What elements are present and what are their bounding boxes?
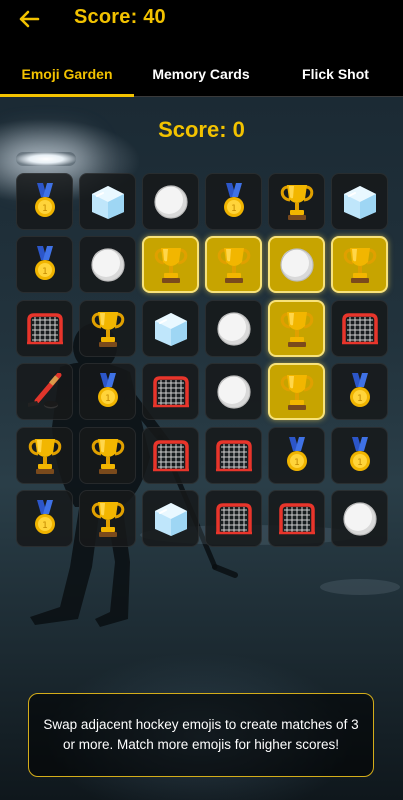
board-tile[interactable]: [79, 173, 136, 230]
puck-icon: [279, 247, 315, 283]
trophy-icon: [216, 246, 252, 284]
tab-memory-cards[interactable]: Memory Cards: [134, 52, 268, 96]
board-tile[interactable]: 1: [16, 236, 73, 293]
ice-icon: [152, 500, 190, 538]
puck-icon: [153, 184, 189, 220]
trophy-icon: [279, 183, 315, 221]
board-tile[interactable]: [79, 490, 136, 547]
medal-icon: 1: [346, 372, 374, 411]
arrow-left-icon: [19, 10, 40, 28]
ice-icon: [152, 310, 190, 348]
board-tile[interactable]: [205, 236, 262, 293]
trophy-icon: [342, 246, 378, 284]
board-tile[interactable]: [331, 236, 388, 293]
board-tile[interactable]: [205, 363, 262, 420]
svg-text:1: 1: [357, 458, 363, 468]
board-score: Score: 0: [158, 117, 245, 142]
board-tile[interactable]: [205, 427, 262, 484]
emoji-board: 1 1 1 1 1 1 1 1: [16, 173, 388, 548]
net-icon: [152, 375, 190, 409]
board-tile[interactable]: [142, 490, 199, 547]
stadium-light: [16, 152, 76, 166]
medal-icon: 1: [94, 372, 122, 411]
board-tile[interactable]: [268, 300, 325, 357]
tab-flick-shot[interactable]: Flick Shot: [268, 52, 403, 96]
board-tile[interactable]: 1: [205, 173, 262, 230]
board-tile[interactable]: 1: [79, 363, 136, 420]
net-icon: [215, 439, 253, 473]
puck-icon: [216, 374, 252, 410]
trophy-icon: [279, 373, 315, 411]
board-tile[interactable]: [142, 363, 199, 420]
medal-icon: 1: [31, 245, 59, 284]
board-tile[interactable]: [79, 236, 136, 293]
trophy-icon: [279, 310, 315, 348]
board-tile[interactable]: [16, 427, 73, 484]
board-tile[interactable]: 1: [16, 490, 73, 547]
ice-icon: [89, 183, 127, 221]
board-tile[interactable]: [16, 363, 73, 420]
board-tile[interactable]: [331, 490, 388, 547]
board-tile[interactable]: [142, 173, 199, 230]
svg-text:1: 1: [42, 521, 48, 531]
board-tile[interactable]: [142, 300, 199, 357]
board-tile[interactable]: [268, 173, 325, 230]
medal-icon: 1: [346, 436, 374, 475]
board-tile[interactable]: [331, 300, 388, 357]
svg-text:1: 1: [357, 394, 363, 404]
board-tile[interactable]: 1: [268, 427, 325, 484]
board-tile[interactable]: [142, 236, 199, 293]
net-icon: [278, 502, 316, 536]
puck-icon: [90, 247, 126, 283]
board-tile[interactable]: 1: [331, 363, 388, 420]
board-tile[interactable]: [268, 490, 325, 547]
header-score: Score: 40: [74, 6, 166, 28]
net-icon: [341, 312, 379, 346]
board-tile[interactable]: [268, 363, 325, 420]
top-bar: Score: 40: [0, 0, 403, 38]
svg-text:1: 1: [294, 458, 300, 468]
svg-text:1: 1: [105, 394, 111, 404]
trophy-icon: [90, 437, 126, 475]
board-tile[interactable]: [16, 300, 73, 357]
trophy-icon: [90, 310, 126, 348]
svg-text:1: 1: [42, 267, 48, 277]
tab-bar: Emoji Garden Memory Cards Flick Shot: [0, 52, 403, 97]
medal-icon: 1: [220, 182, 248, 221]
board-tile[interactable]: [79, 427, 136, 484]
svg-text:1: 1: [42, 204, 48, 214]
trophy-icon: [153, 246, 189, 284]
puck-icon: [342, 501, 378, 537]
svg-text:1: 1: [231, 204, 237, 214]
net-icon: [215, 502, 253, 536]
board-tile[interactable]: [268, 236, 325, 293]
tab-emoji-garden[interactable]: Emoji Garden: [0, 52, 134, 97]
board-tile[interactable]: [205, 300, 262, 357]
board-tile[interactable]: 1: [331, 427, 388, 484]
ice-icon: [341, 183, 379, 221]
board-tile[interactable]: [79, 300, 136, 357]
net-icon: [26, 312, 64, 346]
game-area: Score: 0 1 1 1 1 1 1 1 1 Swap adjacent h…: [0, 97, 403, 800]
back-button[interactable]: [14, 6, 44, 32]
medal-icon: 1: [31, 499, 59, 538]
trophy-icon: [90, 500, 126, 538]
instructions-box: Swap adjacent hockey emojis to create ma…: [28, 693, 374, 777]
trophy-icon: [27, 437, 63, 475]
board-tile[interactable]: [331, 173, 388, 230]
medal-icon: 1: [283, 436, 311, 475]
app: Score: 40 Emoji Garden Memory Cards Flic…: [0, 0, 403, 800]
board-tile[interactable]: [142, 427, 199, 484]
net-icon: [152, 439, 190, 473]
puck-icon: [216, 311, 252, 347]
medal-icon: 1: [31, 182, 59, 221]
board-tile[interactable]: 1: [16, 173, 73, 230]
board-tile[interactable]: [205, 490, 262, 547]
stick-icon: [25, 372, 65, 411]
